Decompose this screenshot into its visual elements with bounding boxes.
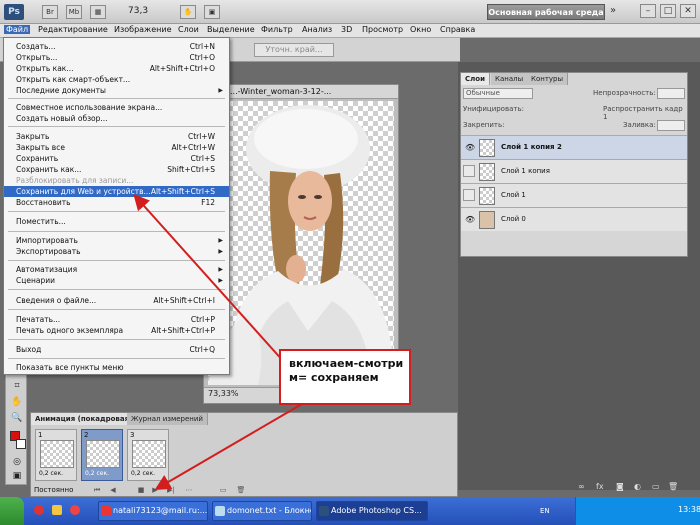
quicklaunch-folder-icon[interactable] (52, 505, 62, 515)
annotation-arrows (133, 194, 303, 491)
taskbar-item-photoshop[interactable]: Adobe Photoshop CS... (316, 501, 428, 521)
quicklaunch-browser-icon[interactable] (34, 505, 44, 515)
taskbar-item-notepad[interactable]: domonet.txt - Блокнот (212, 501, 312, 521)
language-indicator[interactable]: EN (540, 507, 550, 515)
annotation-callout: включаем-смотри м= сохраняем (279, 349, 411, 405)
notepad-icon (215, 506, 225, 516)
quicklaunch-opera-icon[interactable] (70, 505, 80, 515)
annotation-line-1: включаем-смотри (289, 357, 404, 370)
arrow-to-save-for-web (133, 194, 285, 363)
photoshop-icon (319, 506, 329, 516)
arrow-to-play (154, 403, 303, 491)
start-button[interactable] (0, 497, 24, 525)
opera-icon (101, 506, 111, 516)
clock[interactable]: 13:38 (678, 505, 700, 514)
annotation-line-2: м= сохраняем (289, 371, 379, 384)
taskbar-item-mail[interactable]: natali73123@mail.ru:... (98, 501, 208, 521)
